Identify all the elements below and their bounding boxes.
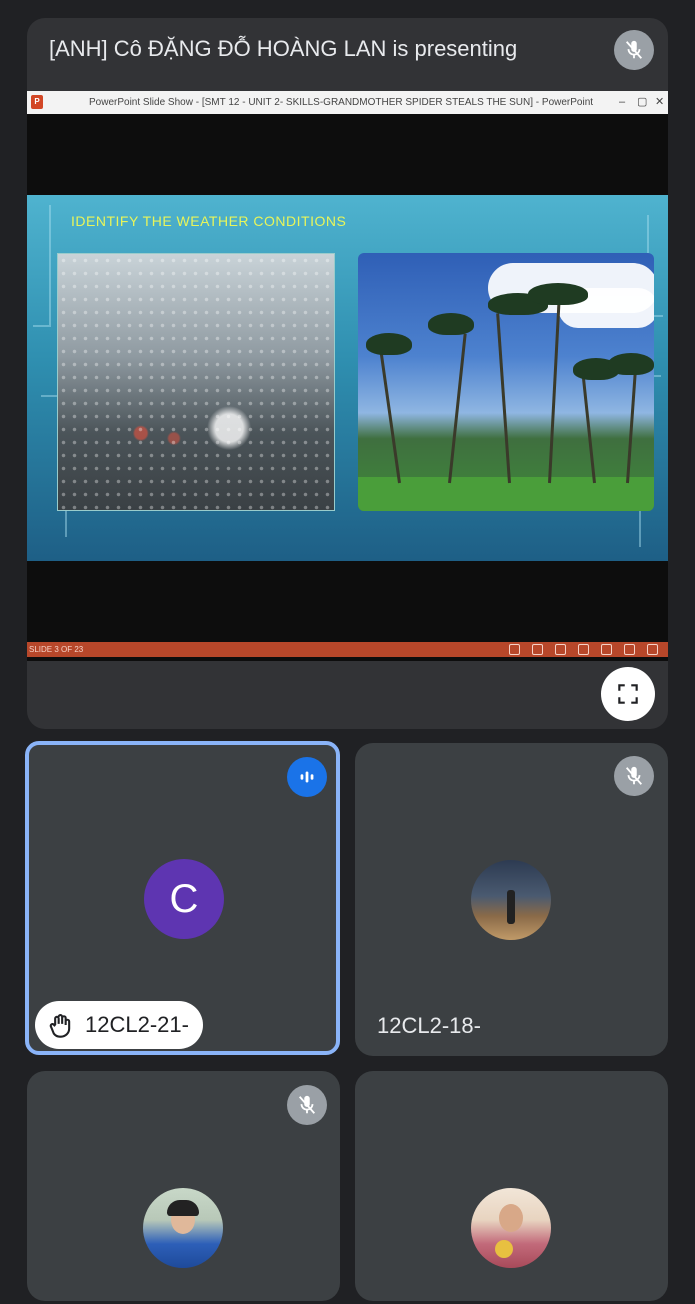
- slideshow-statusbar: SLIDE 3 OF 23: [27, 642, 668, 657]
- presenting-title: [ANH] Cô ĐẶNG ĐỖ HOÀNG LAN is presenting: [49, 36, 518, 61]
- avatar: C: [144, 859, 224, 939]
- avatar: [471, 1188, 551, 1268]
- shared-screen: P PowerPoint Slide Show - [SMT 12 - UNIT…: [27, 91, 668, 661]
- powerpoint-logo: P: [31, 95, 43, 109]
- reading-view-icon: [624, 644, 635, 655]
- fullscreen-button[interactable]: [601, 667, 655, 721]
- minimize-icon: –: [619, 96, 626, 108]
- speaking-indicator-icon: [287, 757, 327, 797]
- participant-tile[interactable]: [355, 1071, 668, 1301]
- participant-name: 12CL2-18-: [377, 1013, 481, 1038]
- slideshow-icon: [647, 644, 658, 655]
- mic-off-icon: [287, 1085, 327, 1125]
- close-icon: ✕: [655, 96, 665, 108]
- slide-sorter-icon: [601, 644, 612, 655]
- powerpoint-titlebar: P PowerPoint Slide Show - [SMT 12 - UNIT…: [27, 91, 668, 114]
- presentation-tile[interactable]: [ANH] Cô ĐẶNG ĐỖ HOÀNG LAN is presenting…: [27, 18, 668, 729]
- next-slide-icon: [555, 644, 566, 655]
- avatar: [471, 860, 551, 940]
- avatar: [143, 1188, 223, 1268]
- participant-tile[interactable]: [27, 1071, 340, 1301]
- participant-name: 12CL2-21-: [85, 1012, 189, 1037]
- slide: IDENTIFY THE WEATHER CONDITIONS: [27, 195, 668, 561]
- participant-tile[interactable]: C 12CL2-21-: [25, 741, 340, 1055]
- fullscreen-icon: [618, 684, 638, 704]
- raised-hand-icon: [49, 1014, 71, 1038]
- rain-photo: [57, 253, 335, 511]
- slide-counter: SLIDE 3 OF 23: [29, 645, 84, 654]
- name-badge: 12CL2-21-: [35, 1001, 203, 1049]
- windy-palm-photo: [358, 253, 654, 511]
- notes-icon: [532, 644, 543, 655]
- normal-view-icon: [578, 644, 589, 655]
- prev-slide-icon: [509, 644, 520, 655]
- mic-off-icon: [614, 756, 654, 796]
- maximize-icon: ▢: [637, 96, 648, 108]
- window-title: PowerPoint Slide Show - [SMT 12 - UNIT 2…: [89, 97, 594, 108]
- slide-heading: IDENTIFY THE WEATHER CONDITIONS: [71, 213, 347, 229]
- mic-off-icon: [614, 30, 654, 70]
- participant-tile[interactable]: 12CL2-18-: [355, 743, 668, 1056]
